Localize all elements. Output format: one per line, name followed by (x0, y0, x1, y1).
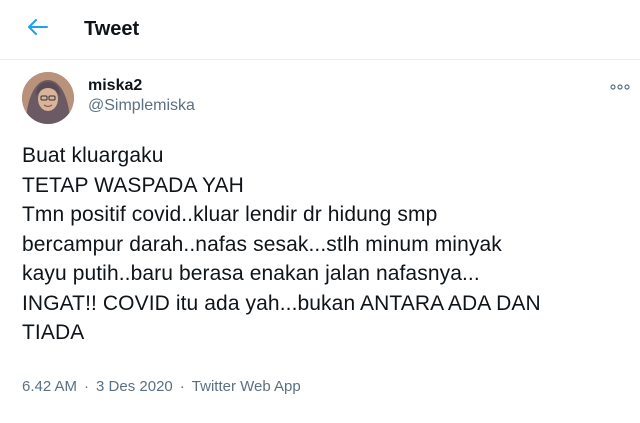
meta-separator: · (179, 378, 185, 395)
author-names: miska2 @Simplemiska (88, 76, 195, 116)
tweet-metadata: 6.42 AM · 3 Des 2020 · Twitter Web App (22, 378, 301, 395)
tweet-text: Buat kluargaku TETAP WASPADA YAH Tmn pos… (22, 144, 541, 344)
page-header: Tweet (0, 0, 640, 60)
meta-separator: · (84, 378, 90, 395)
tweet-date-link[interactable]: 3 Des 2020 (96, 378, 173, 395)
back-button[interactable] (18, 10, 58, 50)
avatar[interactable] (22, 72, 74, 124)
tweet-time-link[interactable]: 6.42 AM (22, 378, 77, 395)
more-horizontal-icon (610, 77, 630, 95)
display-name[interactable]: miska2 (88, 76, 195, 96)
arrow-left-icon (28, 19, 48, 40)
page-title: Tweet (84, 18, 140, 40)
user-handle[interactable]: @Simplemiska (88, 96, 195, 116)
tweet-source-link[interactable]: Twitter Web App (192, 378, 301, 395)
more-options-button[interactable] (608, 78, 632, 94)
tweet-author: miska2 @Simplemiska (22, 70, 195, 126)
